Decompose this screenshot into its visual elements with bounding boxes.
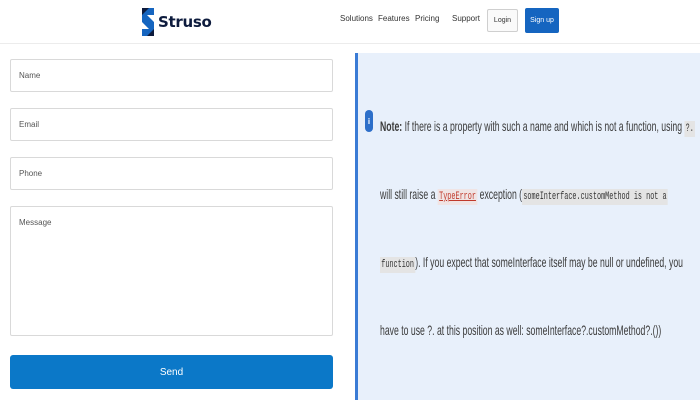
email-placeholder: Email [19, 120, 40, 129]
email-field[interactable]: Email [10, 108, 333, 141]
note-line-4: have to use ?. at this position as well:… [380, 322, 662, 338]
nav-features[interactable]: Features [378, 14, 410, 23]
message-placeholder: Message [19, 218, 52, 227]
send-button[interactable]: Send [10, 355, 333, 389]
name-field[interactable]: Name [10, 59, 333, 92]
name-placeholder: Name [19, 71, 41, 80]
phone-placeholder: Phone [19, 169, 43, 178]
note-line-3: function). If you expect that someInterf… [380, 254, 684, 273]
brand-logo[interactable]: Struso [140, 8, 212, 36]
note-line-2: will still raise a TypeError exception (… [380, 186, 668, 205]
signup-button[interactable]: Sign up [525, 8, 559, 33]
logo-icon [142, 8, 154, 36]
brand-name: Struso [158, 13, 212, 31]
nav-solutions[interactable]: Solutions [340, 14, 373, 23]
nav-pricing[interactable]: Pricing [415, 14, 439, 23]
note-box [355, 53, 700, 400]
message-field[interactable]: Message [10, 206, 333, 336]
login-button[interactable]: Login [487, 9, 518, 32]
note-line-1: Note: If there is a property with such a… [380, 118, 696, 137]
typeerror-code: TypeError [437, 189, 478, 205]
note-bold: Note: [380, 118, 403, 134]
phone-field[interactable]: Phone [10, 157, 333, 190]
nav-support[interactable]: Support [452, 14, 480, 23]
info-icon: i [365, 110, 373, 132]
top-navbar: Struso Solutions Features Pricing Suppor… [0, 0, 700, 44]
